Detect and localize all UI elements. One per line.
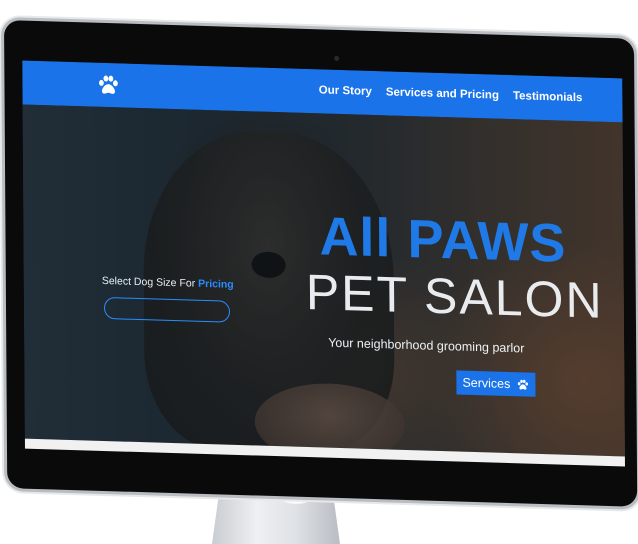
services-button[interactable]: Services: [456, 370, 536, 397]
website-screen: Our Story Services and Pricing Testimoni…: [22, 60, 625, 457]
services-button-label: Services: [462, 375, 511, 392]
paw-icon[interactable]: [96, 73, 120, 98]
nav-link-testimonials[interactable]: Testimonials: [513, 90, 583, 104]
monitor-bezel: Our Story Services and Pricing Testimoni…: [4, 20, 638, 507]
nav-links: Our Story Services and Pricing Testimoni…: [319, 84, 583, 104]
nav-link-our-story[interactable]: Our Story: [319, 84, 372, 98]
nav-link-services-and-pricing[interactable]: Services and Pricing: [386, 86, 499, 101]
paw-icon: [517, 379, 528, 390]
camera-icon: [334, 55, 340, 61]
select-label-accent: Pricing: [198, 277, 234, 291]
dog-size-select[interactable]: [103, 296, 231, 323]
brand-title-bottom: PET SALON: [305, 263, 604, 329]
hero-section: Select Dog Size For Pricing All PAWS PET…: [22, 104, 625, 457]
